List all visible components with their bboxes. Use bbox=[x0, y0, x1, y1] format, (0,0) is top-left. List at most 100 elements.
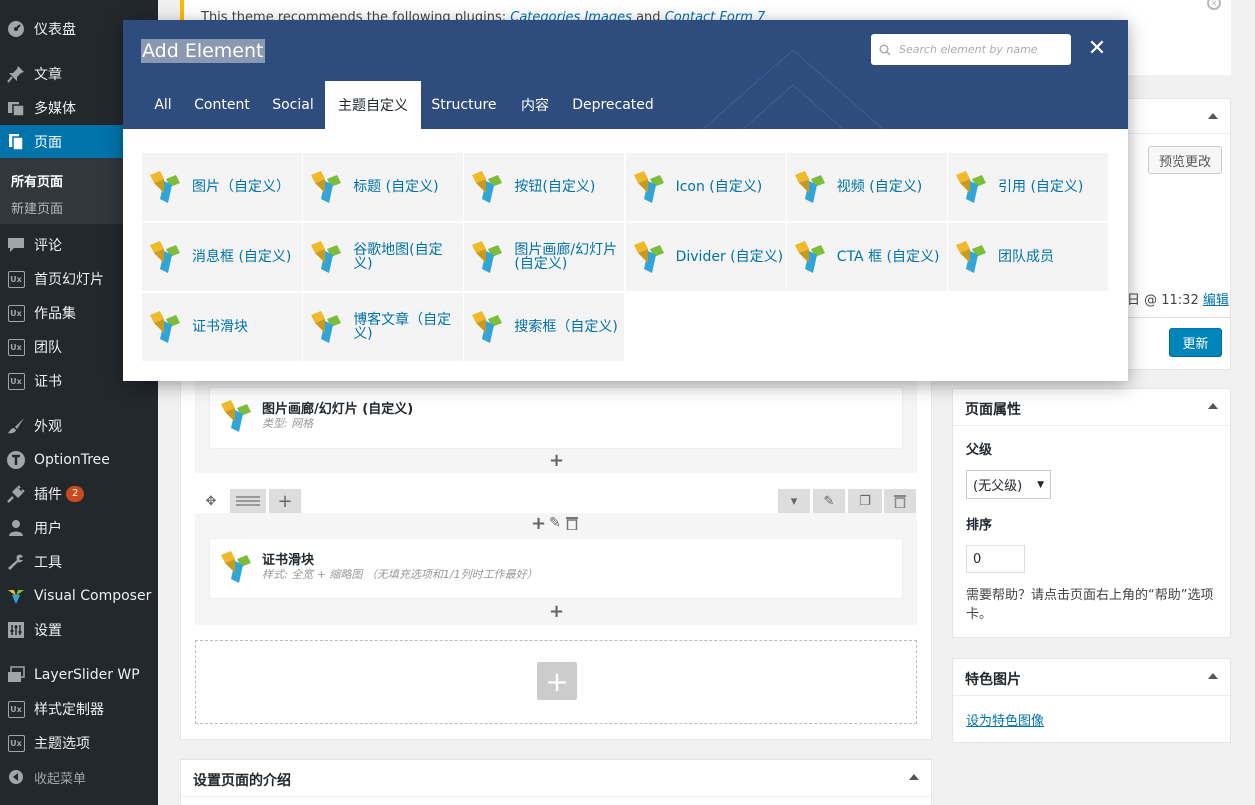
dismiss-notice-icon[interactable]: ✕ bbox=[1207, 0, 1221, 10]
edit-column-pencil-icon[interactable]: ✎ bbox=[549, 515, 561, 531]
tab-structure[interactable]: Structure bbox=[425, 81, 503, 129]
vc-element-gallery[interactable]: 图片画廊/幻灯片 (自定义) 类型: 网格 bbox=[209, 387, 903, 449]
add-row-dropzone[interactable]: + bbox=[195, 640, 917, 724]
element-option[interactable]: 博客文章（自定义) bbox=[303, 293, 464, 361]
tab-social[interactable]: Social bbox=[264, 81, 322, 129]
element-option[interactable]: Divider (自定义) bbox=[625, 223, 786, 291]
add-row-plus-icon[interactable]: + bbox=[537, 662, 577, 700]
sidebar-item-label: LayerSlider WP bbox=[34, 667, 140, 683]
element-option[interactable]: 图片画廊/幻灯片(自定义) bbox=[464, 223, 625, 291]
dropdown-arrow-icon: ▼ bbox=[1037, 479, 1044, 490]
element-option[interactable]: 团队成员 bbox=[948, 223, 1108, 291]
set-featured-image-link[interactable]: 设为特色图像 bbox=[966, 710, 1044, 729]
delete-row-trash-icon[interactable] bbox=[884, 489, 916, 513]
vc-row: + ✎ 证书滑块 样式: 全宽 + 缩略图 （无填充选项和1/1列时工作最好） … bbox=[195, 513, 917, 625]
add-element-plus-icon[interactable]: + bbox=[549, 601, 564, 622]
sidebar-item-settings[interactable]: 设置 bbox=[0, 614, 158, 646]
element-option-label: 博客文章（自定义) bbox=[353, 312, 452, 342]
update-button[interactable]: 更新 bbox=[1169, 328, 1222, 357]
element-option[interactable]: 图片（自定义） bbox=[142, 153, 302, 221]
sidebar-item-visual-composer[interactable]: Visual Composer bbox=[0, 580, 158, 612]
collapse-toggle-icon[interactable] bbox=[909, 774, 919, 780]
toggle-row-chevron-icon[interactable]: ▾ bbox=[778, 489, 810, 513]
visual-composer-icon bbox=[6, 586, 26, 606]
vc-element-icon bbox=[633, 171, 664, 203]
layers-icon bbox=[6, 665, 26, 685]
vc-element-testimonial-slider[interactable]: 证书滑块 样式: 全宽 + 缩略图 （无填充选项和1/1列时工作最好） bbox=[209, 538, 903, 599]
sidebar-item-appearance[interactable]: 外观 bbox=[0, 410, 158, 442]
element-option[interactable]: Icon (自定义) bbox=[625, 153, 786, 221]
tab-content-zh[interactable]: 内容 bbox=[513, 81, 557, 129]
delete-column-trash-icon[interactable] bbox=[566, 516, 578, 534]
sidebar-item-label: 证书 bbox=[34, 374, 62, 390]
dashboard-icon bbox=[6, 19, 26, 39]
sidebar-item-users[interactable]: 用户 bbox=[0, 512, 158, 544]
sidebar-item-tools[interactable]: 工具 bbox=[0, 546, 158, 578]
vc-element-subtitle: 样式: 全宽 + 缩略图 （无填充选项和1/1列时工作最好） bbox=[262, 568, 538, 581]
collapse-toggle-icon[interactable] bbox=[1208, 403, 1218, 409]
tab-content[interactable]: Content bbox=[188, 81, 256, 129]
element-option[interactable]: 标题 (自定义) bbox=[303, 153, 464, 221]
featured-image-box: 特色图片 设为特色图像 bbox=[952, 658, 1231, 743]
collapse-menu-label: 收起菜单 bbox=[34, 771, 87, 787]
collapse-toggle-icon[interactable] bbox=[1208, 673, 1218, 679]
wrench-icon bbox=[6, 552, 26, 572]
edit-row-pencil-icon[interactable]: ✎ bbox=[813, 489, 845, 513]
sidebar-item-layerslider[interactable]: LayerSlider WP bbox=[0, 659, 158, 691]
element-option-label: 团队成员 bbox=[998, 249, 1054, 265]
parent-select[interactable]: (无父级) ▼ bbox=[966, 470, 1051, 499]
modal-title: Add Element bbox=[141, 39, 265, 63]
sidebar-item-label: 外观 bbox=[34, 419, 62, 435]
submenu-all-pages[interactable]: 所有页面 bbox=[11, 171, 63, 190]
add-column-plus-icon[interactable]: + bbox=[269, 489, 301, 513]
parent-label: 父级 bbox=[966, 443, 993, 458]
order-label: 排序 bbox=[966, 518, 993, 533]
collapse-menu-button[interactable]: 收起菜单 bbox=[0, 765, 158, 789]
box-title: 设置页面的介绍 bbox=[193, 773, 291, 789]
element-option-label: 搜索框（自定义) bbox=[514, 319, 618, 335]
sidebar-item-label: 作品集 bbox=[34, 306, 76, 322]
sidebar-item-optiontree[interactable]: OptionTree bbox=[0, 444, 158, 476]
preview-changes-button[interactable]: 预览更改 bbox=[1148, 146, 1222, 174]
box-title: 特色图片 bbox=[965, 672, 1021, 688]
collapse-toggle-icon[interactable] bbox=[1208, 113, 1218, 119]
sidebar-item-theme-options[interactable]: Ux 主题选项 bbox=[0, 727, 158, 759]
submenu-new-page[interactable]: 新建页面 bbox=[11, 198, 63, 217]
vc-element-icon bbox=[633, 241, 664, 273]
close-icon[interactable]: ✕ bbox=[1086, 36, 1108, 61]
clone-row-icon[interactable]: ❐ bbox=[848, 489, 882, 513]
element-option[interactable]: 搜索框（自定义) bbox=[464, 293, 625, 361]
element-option[interactable]: 谷歌地图(自定义) bbox=[303, 223, 464, 291]
element-option[interactable]: CTA 框 (自定义) bbox=[786, 223, 947, 291]
vc-element-icon bbox=[956, 171, 986, 203]
element-option[interactable]: 按钮(自定义) bbox=[464, 153, 625, 221]
search-input[interactable] bbox=[899, 43, 1059, 56]
vc-element-icon bbox=[221, 551, 251, 583]
element-option[interactable]: 视频 (自定义) bbox=[786, 153, 947, 221]
sidebar-item-style-customizer[interactable]: Ux 样式定制器 bbox=[0, 693, 158, 725]
add-element-plus-icon[interactable]: + bbox=[549, 450, 564, 471]
search-box[interactable] bbox=[871, 34, 1071, 65]
ux-icon: Ux bbox=[7, 304, 25, 322]
ux-icon: Ux bbox=[7, 338, 25, 356]
element-option[interactable]: 引用 (自定义) bbox=[948, 153, 1108, 221]
column-layout-icon[interactable] bbox=[230, 489, 266, 513]
element-option[interactable]: 消息框 (自定义) bbox=[142, 223, 302, 291]
tab-all[interactable]: All bbox=[145, 81, 181, 129]
element-option-label: 消息框 (自定义) bbox=[192, 249, 292, 265]
element-option[interactable]: 证书滑块 bbox=[142, 293, 302, 361]
sidebar-item-label: 团队 bbox=[34, 340, 62, 356]
tab-theme-custom[interactable]: 主题自定义 bbox=[325, 81, 421, 129]
add-element-plus-icon[interactable]: + bbox=[531, 513, 546, 534]
settings-icon bbox=[6, 620, 26, 640]
brush-icon bbox=[6, 416, 26, 436]
sidebar-item-plugins[interactable]: 插件 2 bbox=[0, 478, 158, 510]
tab-deprecated[interactable]: Deprecated bbox=[568, 81, 658, 129]
vc-element-icon bbox=[956, 241, 986, 273]
comment-icon bbox=[6, 235, 26, 255]
order-input[interactable]: 0 bbox=[966, 545, 1025, 573]
edit-date-link[interactable]: 编辑 bbox=[1203, 293, 1229, 308]
sidebar-item-label: 多媒体 bbox=[34, 101, 76, 117]
ux-icon: Ux bbox=[7, 734, 25, 752]
move-handle-icon[interactable]: ✥ bbox=[197, 489, 225, 513]
